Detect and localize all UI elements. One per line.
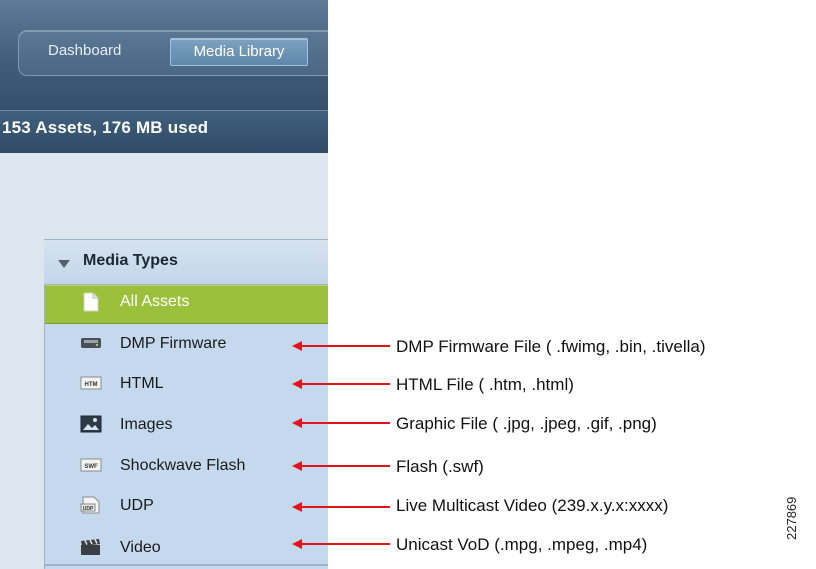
- collapse-triangle-icon[interactable]: [58, 260, 70, 268]
- media-type-label: HTML: [120, 375, 164, 392]
- html-file-icon: HTM: [80, 374, 102, 392]
- annotation-images: Graphic File ( .jpg, .jpeg, .gif, .png): [396, 414, 657, 433]
- figure-id: 227869: [784, 496, 799, 540]
- callout-arrow: [292, 379, 390, 389]
- clapperboard-icon: [80, 538, 102, 556]
- assets-summary: 153 Assets, 176 MB used: [2, 118, 209, 137]
- media-type-label: Shockwave Flash: [120, 457, 246, 474]
- media-types-title: Media Types: [83, 252, 178, 269]
- callout-arrow: [292, 341, 390, 351]
- image-icon: [80, 415, 102, 433]
- media-library-app: Dashboard Media Library 153 Assets, 176 …: [0, 0, 328, 569]
- media-type-label: Video: [120, 539, 161, 556]
- tab-media-library[interactable]: Media Library: [170, 38, 308, 66]
- callout-arrow: [292, 502, 390, 512]
- annotation-video: Unicast VoD (.mpg, .mpeg, .mp4): [396, 535, 648, 554]
- media-type-label: DMP Firmware: [120, 335, 227, 352]
- media-type-label: Images: [120, 416, 173, 433]
- annotation-udp: Live Multicast Video (239.x.y.x:xxxx): [396, 496, 669, 515]
- tab-dashboard[interactable]: Dashboard: [42, 38, 127, 64]
- firmware-device-icon: [80, 334, 102, 352]
- svg-text:UDP: UDP: [83, 506, 94, 512]
- annotation-flash: Flash (.swf): [396, 457, 484, 476]
- panel-divider: [45, 564, 328, 566]
- annotation-dmp-firmware: DMP Firmware File ( .fwimg, .bin, .tivel…: [396, 337, 706, 356]
- swf-file-icon: SWF: [80, 456, 102, 474]
- document-icon: [80, 292, 102, 312]
- svg-text:SWF: SWF: [84, 464, 98, 470]
- callout-arrow: [292, 418, 390, 428]
- media-type-label: UDP: [120, 497, 154, 514]
- callout-arrow: [292, 539, 390, 549]
- svg-text:HTM: HTM: [85, 382, 98, 388]
- media-type-label: All Assets: [120, 293, 190, 310]
- udp-file-icon: UDP: [80, 496, 102, 514]
- callout-arrow: [292, 461, 390, 471]
- annotation-html: HTML File ( .htm, .html): [396, 375, 574, 394]
